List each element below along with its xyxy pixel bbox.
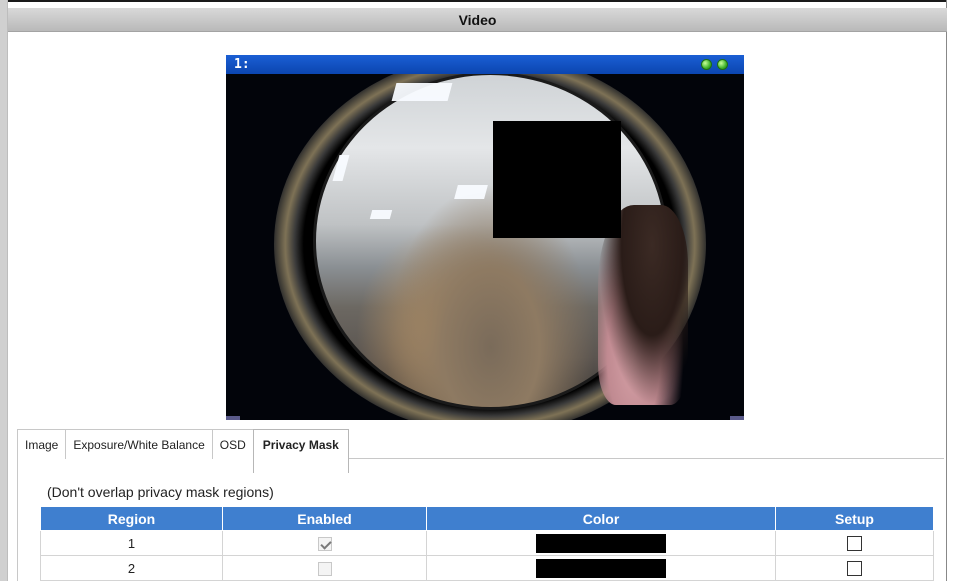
setup-checkbox[interactable]	[847, 536, 862, 552]
tab-osd[interactable]: OSD	[211, 429, 254, 459]
region-number: 2	[40, 555, 223, 581]
window-left-edge	[0, 0, 8, 581]
privacy-mask-table: Region Enabled Color Setup 1 2	[40, 506, 934, 581]
enabled-checkbox[interactable]	[317, 561, 332, 576]
column-header-setup: Setup	[775, 506, 934, 531]
color-swatch[interactable]	[536, 533, 666, 553]
table-header-row: Region Enabled Color Setup	[40, 506, 934, 531]
green-status-icon	[701, 59, 712, 70]
section-title: Video	[8, 8, 947, 32]
green-status-icon	[717, 59, 728, 70]
column-header-enabled: Enabled	[222, 506, 427, 531]
window-right-edge	[946, 0, 955, 581]
tab-privacy-mask[interactable]: Privacy Mask	[252, 429, 349, 473]
settings-tabs: Image Exposure/White Balance OSD Privacy…	[17, 429, 349, 473]
video-panel: 1:	[226, 55, 744, 420]
table-row: 1	[40, 530, 934, 556]
color-swatch[interactable]	[536, 558, 666, 578]
video-stream[interactable]	[226, 74, 744, 420]
privacy-mask-region[interactable]	[493, 121, 621, 238]
tab-exposure-white-balance[interactable]: Exposure/White Balance	[65, 429, 213, 459]
setup-checkbox[interactable]	[847, 561, 862, 577]
enabled-checkbox[interactable]	[317, 536, 332, 551]
video-header: 1:	[226, 55, 744, 74]
column-header-region: Region	[40, 506, 223, 531]
channel-label: 1:	[234, 57, 250, 72]
region-number: 1	[40, 530, 223, 556]
table-row: 2	[40, 555, 934, 581]
column-header-color: Color	[426, 506, 776, 531]
tab-image[interactable]: Image	[17, 429, 67, 459]
privacy-mask-note: (Don't overlap privacy mask regions)	[47, 484, 274, 500]
